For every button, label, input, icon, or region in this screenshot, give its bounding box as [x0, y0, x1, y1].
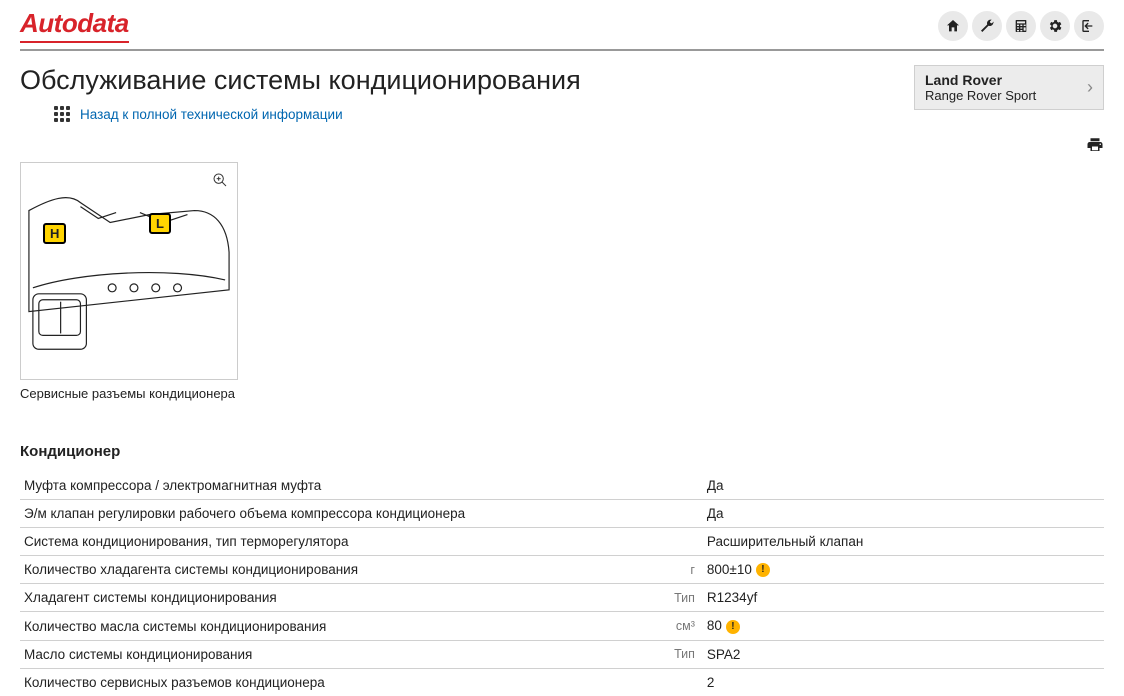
spec-unit: Тип: [649, 640, 703, 668]
spec-unit: см³: [649, 612, 703, 640]
spec-value: 2: [703, 668, 1104, 696]
table-row: Муфта компрессора / электромагнитная муф…: [20, 472, 1104, 500]
spec-unit: [649, 668, 703, 696]
wrench-icon[interactable]: [972, 11, 1002, 41]
vehicle-selector[interactable]: Land Rover Range Rover Sport ›: [914, 65, 1104, 110]
table-row: Система кондиционирования, тип терморегу…: [20, 528, 1104, 556]
spec-label: Количество сервисных разъемов кондиционе…: [20, 668, 649, 696]
diagram-thumbnail[interactable]: H L: [20, 162, 238, 380]
table-row: Количество масла системы кондиционирован…: [20, 612, 1104, 640]
home-icon[interactable]: [938, 11, 968, 41]
warning-icon[interactable]: !: [756, 563, 770, 577]
spec-unit: [649, 472, 703, 500]
back-link[interactable]: Назад к полной технической информации: [80, 107, 343, 122]
table-row: Э/м клапан регулировки рабочего объема к…: [20, 500, 1104, 528]
table-row: Количество сервисных разъемов кондиционе…: [20, 668, 1104, 696]
spec-label: Э/м клапан регулировки рабочего объема к…: [20, 500, 649, 528]
chevron-right-icon: ›: [1087, 77, 1093, 98]
warning-icon[interactable]: !: [726, 620, 740, 634]
spec-label: Количество хладагента системы кондициони…: [20, 556, 649, 584]
spec-value: R1234yf: [703, 584, 1104, 612]
table-row: Количество хладагента системы кондициони…: [20, 556, 1104, 584]
header-toolbar: [938, 11, 1104, 41]
spec-label: Количество масла системы кондиционирован…: [20, 612, 649, 640]
spec-table: Муфта компрессора / электромагнитная муф…: [20, 472, 1104, 696]
vehicle-make: Land Rover: [925, 72, 1036, 88]
spec-value: 80!: [703, 612, 1104, 640]
spec-unit: Тип: [649, 584, 703, 612]
spec-unit: г: [649, 556, 703, 584]
diagram-caption: Сервисные разъемы кондиционера: [20, 386, 1104, 401]
logo[interactable]: Autodata: [20, 8, 129, 43]
spec-unit: [649, 528, 703, 556]
section-heading: Кондиционер: [20, 443, 1104, 460]
table-row: Масло системы кондиционированияТипSPA2: [20, 640, 1104, 668]
spec-value: Расширительный клапан: [703, 528, 1104, 556]
print-icon[interactable]: [1086, 136, 1104, 154]
marker-h: H: [43, 223, 66, 244]
spec-unit: [649, 500, 703, 528]
page-title: Обслуживание системы кондиционирования: [20, 65, 884, 96]
spec-value: 800±10!: [703, 556, 1104, 584]
spec-value: Да: [703, 472, 1104, 500]
logout-icon[interactable]: [1074, 11, 1104, 41]
spec-label: Муфта компрессора / электромагнитная муф…: [20, 472, 649, 500]
table-row: Хладагент системы кондиционированияТипR1…: [20, 584, 1104, 612]
spec-label: Масло системы кондиционирования: [20, 640, 649, 668]
spec-label: Система кондиционирования, тип терморегу…: [20, 528, 649, 556]
gear-icon[interactable]: [1040, 11, 1070, 41]
diagram-svg: [21, 163, 237, 379]
calculator-icon[interactable]: [1006, 11, 1036, 41]
marker-l: L: [149, 213, 171, 234]
spec-label: Хладагент системы кондиционирования: [20, 584, 649, 612]
spec-value: Да: [703, 500, 1104, 528]
vehicle-model: Range Rover Sport: [925, 88, 1036, 103]
spec-value: SPA2: [703, 640, 1104, 668]
grid-icon[interactable]: [54, 106, 70, 122]
